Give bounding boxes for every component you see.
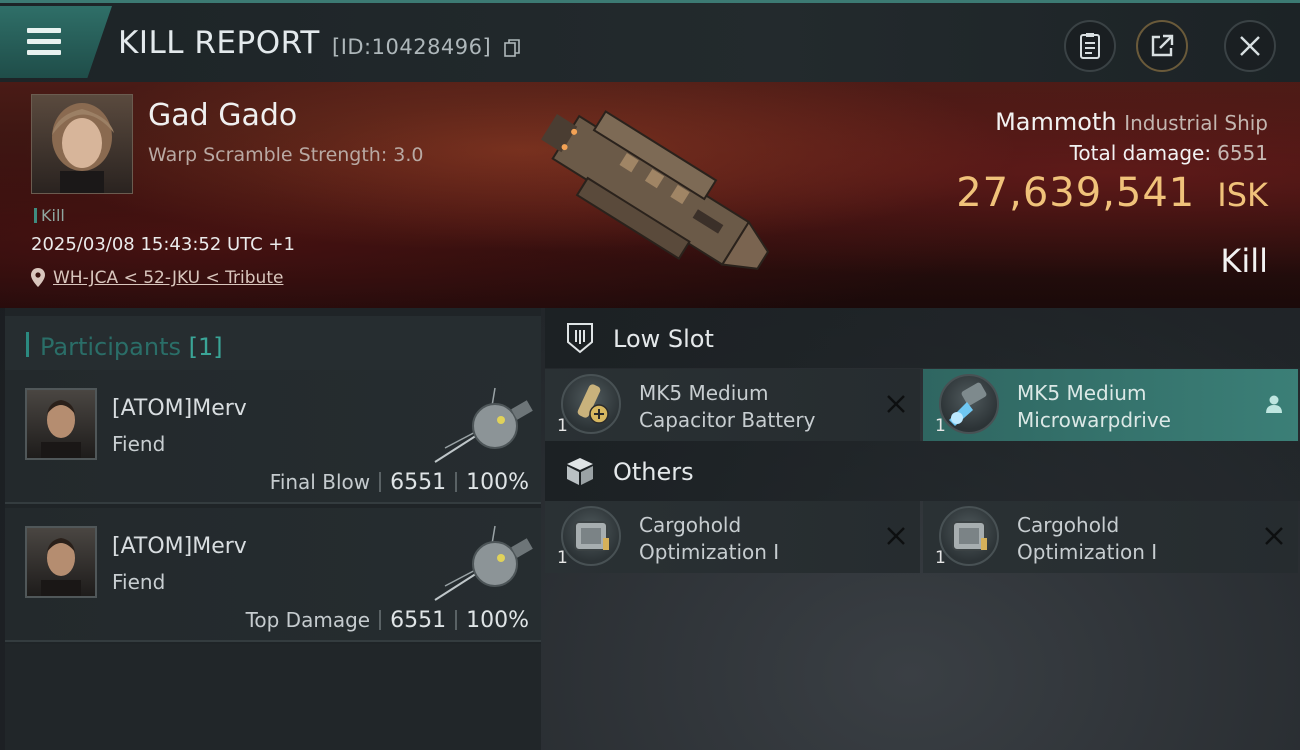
others-label: Others (613, 458, 694, 486)
isk-amount: 27,639,541 (956, 170, 1196, 216)
avatar (25, 388, 97, 460)
victim-portrait[interactable] (31, 94, 133, 194)
victim-ship-image (541, 110, 770, 270)
module-name: MK5 Medium Microwarpdrive (1017, 381, 1171, 432)
low-slot-icon (567, 323, 593, 354)
close-icon (1240, 36, 1260, 56)
close-button[interactable] (1224, 20, 1276, 72)
page-title: KILL REPORT (118, 25, 320, 61)
module-quantity: 1 (935, 548, 946, 568)
participant-card[interactable]: [ATOM]Merv Fiend Final Blow 6551 100% (5, 370, 541, 504)
participants-empty-area (5, 644, 541, 750)
participant-card[interactable]: [ATOM]Merv Fiend Top Damage 6551 100% (5, 508, 541, 642)
kill-datetime: 2025/03/08 15:43:52 UTC +1 (31, 234, 295, 255)
cargohold-optimization-icon (561, 506, 621, 566)
clipboard-icon (1080, 33, 1100, 59)
participant-ship: Fiend (112, 570, 166, 594)
module-name: Cargohold Optimization I (639, 513, 780, 564)
participant-role: Final Blow (269, 470, 371, 494)
cargohold-optimization-icon (939, 506, 999, 566)
isk-unit: ISK (1217, 176, 1268, 214)
total-damage: Total damage: 6551 (1070, 141, 1268, 165)
participant-stats: Top Damage 6551 100% (246, 608, 529, 633)
clipboard-button[interactable] (1064, 20, 1116, 72)
participants-label: Participants (40, 333, 181, 361)
cargo-box-icon (567, 458, 593, 485)
module-quantity: 1 (557, 548, 568, 568)
participant-role: Top Damage (245, 608, 371, 632)
destroyed-x-icon (1265, 527, 1283, 545)
module-quantity: 1 (557, 416, 568, 436)
participant-damage: 6551 (390, 608, 447, 633)
module-item[interactable]: 1 Cargohold Optimization I (923, 501, 1298, 573)
destroyed-x-icon (887, 395, 905, 413)
participants-header[interactable]: Participants [1] (5, 316, 541, 372)
isk-value: 27,639,541 ISK (956, 170, 1268, 216)
hamburger-icon (27, 28, 61, 33)
participant-name: [ATOM]Merv (112, 396, 247, 421)
participant-ship: Fiend (112, 432, 166, 456)
fiend-ship-icon (434, 525, 533, 601)
report-id: [ID:10428496] (332, 35, 492, 59)
participant-percent: 100% (466, 608, 529, 633)
destroyed-x-icon (887, 527, 905, 545)
location-pin-icon (31, 268, 45, 287)
others-header: Others (545, 441, 1300, 501)
total-damage-value: 6551 (1217, 141, 1268, 165)
victim-ship-type[interactable]: Mammoth Industrial Ship (995, 108, 1268, 136)
module-item[interactable]: 1 Cargohold Optimization I (545, 501, 920, 573)
participants-count: [1] (188, 333, 223, 361)
ship-class: Industrial Ship (1124, 111, 1268, 135)
total-damage-label: Total damage: (1069, 141, 1212, 165)
dropped-person-icon (1266, 395, 1282, 413)
module-quantity: 1 (935, 416, 946, 436)
pilot-portrait-image (52, 103, 114, 193)
kill-result-label: Kill (1220, 242, 1268, 280)
participant-name: [ATOM]Merv (112, 534, 247, 559)
share-icon (1151, 34, 1174, 57)
capacitor-battery-icon (561, 374, 621, 434)
participants-panel: Participants [1] [ATOM]Merv Fiend Final … (5, 308, 541, 750)
avatar (25, 526, 97, 598)
low-slot-header: Low Slot (545, 308, 1300, 368)
share-button[interactable] (1136, 20, 1188, 72)
copy-icon[interactable] (504, 39, 520, 57)
fiend-ship-icon (434, 387, 533, 463)
module-name: MK5 Medium Capacitor Battery (639, 381, 816, 432)
participant-damage: 6551 (390, 470, 447, 495)
fittings-panel: Low Slot 1 MK5 Medium Capacitor Battery (545, 308, 1300, 750)
module-item[interactable]: 1 MK5 Medium Microwarpdrive (923, 369, 1298, 441)
menu-button[interactable] (0, 6, 112, 78)
participant-percent: 100% (466, 470, 529, 495)
microwarpdrive-icon (939, 374, 999, 434)
ship-name: Mammoth (995, 108, 1117, 136)
kill-tag: Kill (34, 206, 65, 225)
victim-banner: Gad Gado Warp Scramble Strength: 3.0 Kil… (0, 82, 1300, 308)
low-slot-label: Low Slot (613, 325, 714, 353)
warp-scramble-strength: Warp Scramble Strength: 3.0 (148, 144, 424, 166)
top-bar: KILL REPORT [ID:10428496] (0, 0, 1300, 82)
participant-stats: Final Blow 6551 100% (270, 470, 529, 495)
kill-location-link[interactable]: WH-JCA < 52-JKU < Tribute (53, 268, 283, 288)
module-name: Cargohold Optimization I (1017, 513, 1158, 564)
victim-name[interactable]: Gad Gado (148, 98, 297, 133)
module-item[interactable]: 1 MK5 Medium Capacitor Battery (545, 369, 920, 441)
